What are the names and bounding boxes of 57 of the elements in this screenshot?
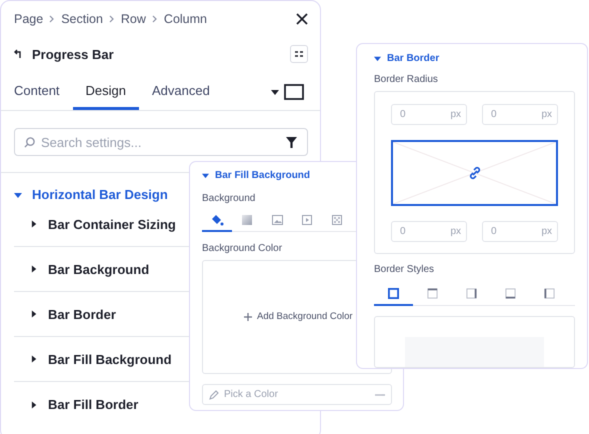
element-title: Progress Bar (32, 46, 114, 62)
video-icon (302, 215, 312, 225)
filter-icon[interactable] (286, 137, 297, 148)
caret-icon (31, 220, 38, 228)
chevron-icon (152, 15, 158, 23)
caret-icon (14, 190, 22, 198)
border-bottom-icon (505, 288, 516, 298)
field-label: Background Color (202, 242, 284, 254)
unit-label: px (450, 109, 461, 120)
field-label: Border Radius (374, 74, 439, 85)
tab[interactable]: Content (1, 74, 73, 110)
unit-label: px (541, 226, 552, 237)
desktop-icon[interactable] (284, 84, 304, 100)
caret-icon (31, 400, 38, 408)
tab[interactable]: Design (72, 74, 140, 110)
breadcrumb-link[interactable]: Page (14, 12, 44, 26)
accordion-item[interactable]: Bar Border (31, 306, 116, 322)
plus-icon (244, 312, 252, 320)
border-all-icon (388, 288, 399, 298)
tab[interactable]: Advanced (139, 74, 223, 110)
close-icon[interactable] (296, 13, 308, 25)
chevron-icon (49, 15, 56, 23)
section-header[interactable]: Bar Fill Background (202, 168, 310, 182)
accordion-item[interactable]: Bar Background (31, 262, 150, 276)
unit-label: px (541, 109, 552, 120)
field-label: Border Styles (374, 264, 436, 275)
paint-bucket-icon (210, 214, 224, 226)
field-label: Background (202, 193, 256, 204)
link-icon[interactable] (468, 166, 482, 180)
chevron-icon (108, 15, 115, 23)
eyedropper-icon (209, 390, 219, 400)
toggle-icon (294, 50, 304, 58)
image-icon (272, 215, 282, 225)
accordion-item[interactable]: Bar Fill Background (31, 352, 172, 366)
options-button[interactable] (290, 45, 308, 63)
section-header[interactable]: Horizontal Bar Design (14, 187, 168, 202)
add-color-button[interactable]: Add Background Color (244, 311, 353, 322)
accordion-item[interactable]: Bar Container Sizing (31, 216, 176, 232)
breadcrumb-link[interactable]: Column (164, 12, 207, 26)
caret-icon (31, 265, 38, 273)
color-picker-field[interactable]: Pick a Color (202, 384, 392, 404)
border-left-icon (544, 288, 555, 298)
gradient-icon (242, 215, 252, 225)
accordion-item[interactable]: Bar Fill Border (31, 397, 138, 412)
dropdown-caret-icon[interactable] (271, 90, 279, 94)
border-top-icon (427, 288, 438, 298)
caret-icon (31, 355, 38, 363)
search-field[interactable]: Search settings... (14, 128, 308, 156)
breadcrumb-link[interactable]: Row (120, 12, 146, 26)
caret-icon (374, 55, 381, 62)
pattern-icon (332, 215, 342, 225)
breadcrumb-link[interactable]: Section (61, 12, 103, 26)
unit-label: px (450, 226, 461, 237)
border-right-icon (466, 288, 477, 298)
search-icon (24, 137, 35, 148)
caret-icon (31, 310, 38, 318)
section-header[interactable]: Bar Border (374, 53, 440, 64)
